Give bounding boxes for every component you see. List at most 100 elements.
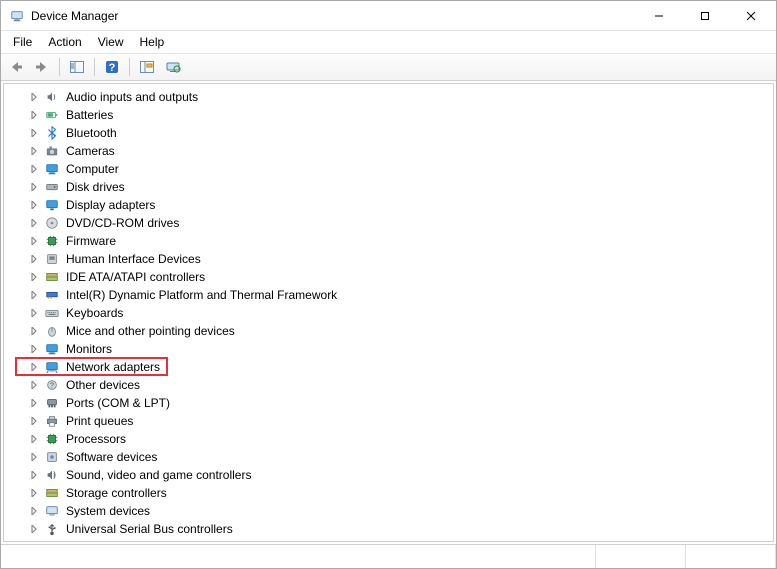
- optical-icon: [44, 215, 60, 231]
- menu-file[interactable]: File: [5, 33, 40, 51]
- expand-icon[interactable]: [28, 145, 40, 157]
- network-icon: [44, 359, 60, 375]
- category-usb[interactable]: Universal Serial Bus controllers: [4, 520, 773, 538]
- category-printq[interactable]: Print queues: [4, 412, 773, 430]
- close-button[interactable]: [728, 2, 774, 30]
- category-system[interactable]: System devices: [4, 502, 773, 520]
- category-label: Display adapters: [64, 198, 157, 212]
- category-computer[interactable]: Computer: [4, 160, 773, 178]
- category-processors[interactable]: Processors: [4, 430, 773, 448]
- category-hid[interactable]: Human Interface Devices: [4, 250, 773, 268]
- category-label: Software devices: [64, 450, 159, 464]
- category-label: Processors: [64, 432, 128, 446]
- expand-icon[interactable]: [28, 451, 40, 463]
- category-keyboards[interactable]: Keyboards: [4, 304, 773, 322]
- toolbar-separator: [94, 58, 95, 76]
- expand-icon[interactable]: [28, 109, 40, 121]
- camera-icon: [44, 143, 60, 159]
- expand-icon[interactable]: [28, 181, 40, 193]
- ide-icon: [44, 269, 60, 285]
- category-label: Bluetooth: [64, 126, 119, 140]
- category-other[interactable]: ?Other devices: [4, 376, 773, 394]
- status-pane: [686, 545, 776, 568]
- update-driver-button[interactable]: [162, 56, 184, 78]
- expand-icon[interactable]: [28, 271, 40, 283]
- expand-icon[interactable]: [28, 307, 40, 319]
- expand-icon[interactable]: [28, 253, 40, 265]
- chip-icon: [44, 233, 60, 249]
- category-ide[interactable]: IDE ATA/ATAPI controllers: [4, 268, 773, 286]
- computer-icon: [44, 161, 60, 177]
- help-button[interactable]: ?: [101, 56, 123, 78]
- keyboard-icon: [44, 305, 60, 321]
- printer-icon: [44, 413, 60, 429]
- category-audio[interactable]: Audio inputs and outputs: [4, 88, 773, 106]
- status-bar: [1, 544, 776, 568]
- expand-icon[interactable]: [28, 505, 40, 517]
- expand-icon[interactable]: [28, 217, 40, 229]
- expand-icon[interactable]: [28, 343, 40, 355]
- expand-icon[interactable]: [28, 325, 40, 337]
- menu-view[interactable]: View: [90, 33, 132, 51]
- category-firmware[interactable]: Firmware: [4, 232, 773, 250]
- expand-icon[interactable]: [28, 487, 40, 499]
- category-dvd[interactable]: DVD/CD-ROM drives: [4, 214, 773, 232]
- expand-icon[interactable]: [28, 91, 40, 103]
- category-batteries[interactable]: Batteries: [4, 106, 773, 124]
- category-bluetooth[interactable]: Bluetooth: [4, 124, 773, 142]
- minimize-button[interactable]: [636, 2, 682, 30]
- expand-icon[interactable]: [28, 163, 40, 175]
- port-icon: [44, 395, 60, 411]
- disk-icon: [44, 179, 60, 195]
- expand-icon[interactable]: [28, 199, 40, 211]
- pci-icon: [44, 287, 60, 303]
- menu-action[interactable]: Action: [40, 33, 89, 51]
- category-label: Cameras: [64, 144, 117, 158]
- category-disk[interactable]: Disk drives: [4, 178, 773, 196]
- category-intel[interactable]: Intel(R) Dynamic Platform and Thermal Fr…: [4, 286, 773, 304]
- expand-icon[interactable]: [28, 523, 40, 535]
- category-label: DVD/CD-ROM drives: [64, 216, 181, 230]
- forward-button[interactable]: [31, 56, 53, 78]
- category-label: System devices: [64, 504, 152, 518]
- expand-icon[interactable]: [28, 415, 40, 427]
- scan-hardware-button[interactable]: [136, 56, 158, 78]
- category-ports[interactable]: Ports (COM & LPT): [4, 394, 773, 412]
- window-title: Device Manager: [31, 9, 118, 23]
- expand-icon[interactable]: [28, 397, 40, 409]
- expand-icon[interactable]: [28, 235, 40, 247]
- menu-help[interactable]: Help: [132, 33, 173, 51]
- system-icon: [44, 503, 60, 519]
- expand-icon[interactable]: [28, 379, 40, 391]
- category-network[interactable]: Network adapters: [4, 358, 773, 376]
- category-label: IDE ATA/ATAPI controllers: [64, 270, 207, 284]
- battery-icon: [44, 107, 60, 123]
- category-mice[interactable]: Mice and other pointing devices: [4, 322, 773, 340]
- toolbar-separator: [129, 58, 130, 76]
- expand-icon[interactable]: [28, 469, 40, 481]
- category-cameras[interactable]: Cameras: [4, 142, 773, 160]
- category-label: Human Interface Devices: [64, 252, 203, 266]
- show-hide-tree-button[interactable]: [66, 56, 88, 78]
- expand-icon[interactable]: [28, 289, 40, 301]
- usb-icon: [44, 521, 60, 537]
- expand-icon[interactable]: [28, 361, 40, 373]
- back-button[interactable]: [5, 56, 27, 78]
- category-display[interactable]: Display adapters: [4, 196, 773, 214]
- device-tree[interactable]: Audio inputs and outputs Batteries Bluetoo…: [3, 83, 774, 542]
- sound-icon: [44, 467, 60, 483]
- category-sound[interactable]: Sound, video and game controllers: [4, 466, 773, 484]
- category-software[interactable]: Software devices: [4, 448, 773, 466]
- expand-icon[interactable]: [28, 127, 40, 139]
- category-label: Keyboards: [64, 306, 125, 320]
- toolbar-separator: [59, 58, 60, 76]
- expand-icon[interactable]: [28, 433, 40, 445]
- maximize-button[interactable]: [682, 2, 728, 30]
- category-label: Firmware: [64, 234, 118, 248]
- category-label: Sound, video and game controllers: [64, 468, 253, 482]
- category-storage[interactable]: Storage controllers: [4, 484, 773, 502]
- toolbar: ?: [1, 53, 776, 81]
- category-label: Universal Serial Bus controllers: [64, 522, 235, 536]
- category-monitors[interactable]: Monitors: [4, 340, 773, 358]
- category-label: Batteries: [64, 108, 115, 122]
